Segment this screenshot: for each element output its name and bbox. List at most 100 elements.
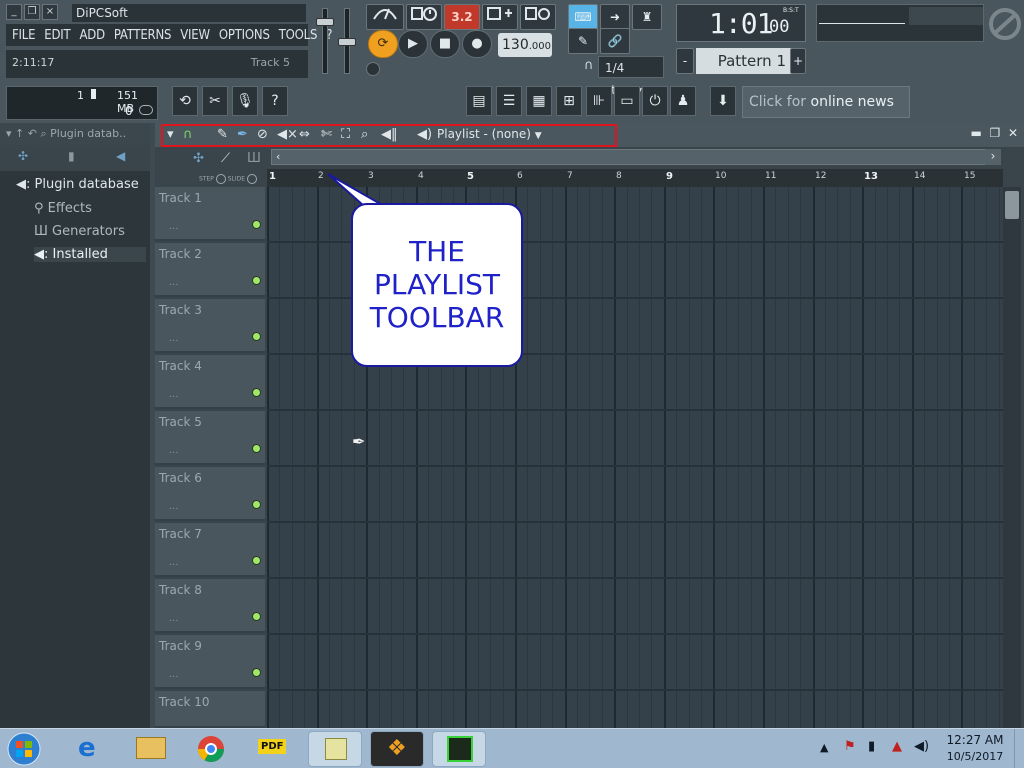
blend-notes-button[interactable] bbox=[482, 4, 518, 30]
track-header[interactable]: Track 2... bbox=[155, 243, 265, 297]
track-header[interactable]: Track 4... bbox=[155, 355, 265, 409]
tray-flag-icon[interactable]: ⚑ bbox=[844, 739, 856, 754]
fl-logo[interactable] bbox=[988, 4, 1022, 44]
pattern-prev-button[interactable]: - bbox=[676, 48, 694, 74]
track-mute-led[interactable] bbox=[252, 500, 261, 509]
restore-button[interactable]: ❐ bbox=[24, 4, 40, 20]
taskbar-camtasia[interactable] bbox=[432, 731, 486, 767]
tray-expand-icon[interactable]: ▲ bbox=[820, 741, 828, 754]
oscilloscope-panel[interactable] bbox=[816, 4, 984, 42]
tree-item-installed[interactable]: ◀: Installed bbox=[34, 247, 146, 262]
cut-tool-button[interactable]: ✂ bbox=[202, 86, 228, 116]
show-desktop-button[interactable] bbox=[1014, 729, 1024, 768]
tray-network-icon[interactable]: ▲ bbox=[892, 739, 902, 754]
record-button[interactable]: ● bbox=[462, 30, 492, 58]
automation-icon[interactable]: ⟋ bbox=[221, 151, 230, 166]
song-time-display[interactable]: 1:01 00 B:S:T bbox=[676, 4, 806, 42]
position-handle[interactable] bbox=[366, 62, 380, 76]
scroll-left-icon[interactable]: ‹ bbox=[276, 150, 280, 163]
scroll-right-icon[interactable]: › bbox=[985, 149, 1001, 165]
taskbar-ie[interactable]: e bbox=[64, 731, 118, 767]
browser-filter[interactable]: Plugin datab.. bbox=[50, 127, 126, 140]
undo-history-button[interactable]: ⟲ bbox=[172, 86, 198, 116]
track-mute-led[interactable] bbox=[252, 332, 261, 341]
close-icon[interactable]: ✕ bbox=[1008, 126, 1018, 140]
track-header[interactable]: Track 7... bbox=[155, 523, 265, 577]
speaker-icon[interactable]: ◀ bbox=[116, 149, 125, 163]
tray-volume-icon[interactable]: ◀) bbox=[914, 739, 929, 754]
countdown-counter[interactable]: 3.2 bbox=[444, 4, 480, 30]
track-header[interactable]: Track 3... bbox=[155, 299, 265, 353]
track-header[interactable]: Track 10 bbox=[155, 691, 265, 728]
channel-rack-button[interactable]: ☰ bbox=[496, 86, 522, 116]
start-button[interactable] bbox=[4, 731, 58, 767]
step-edit-button[interactable]: ➜ bbox=[600, 4, 630, 30]
playlist-window-button[interactable]: ▤ bbox=[466, 86, 492, 116]
file-icon[interactable]: ▮ bbox=[68, 149, 75, 163]
pattern-song-toggle[interactable]: ⟳ bbox=[368, 30, 398, 58]
record-audio-button[interactable]: 🎙 bbox=[232, 86, 258, 116]
horizontal-scrollbar[interactable]: ‹ bbox=[271, 149, 991, 165]
piano-roll-button[interactable]: ▦ bbox=[526, 86, 552, 116]
search-icon[interactable]: ⌕ bbox=[40, 127, 46, 140]
clock-time[interactable]: 12:27 AM bbox=[940, 733, 1010, 747]
browser-button[interactable]: ⊞ bbox=[556, 86, 582, 116]
performance-button[interactable]: ♟ bbox=[670, 86, 696, 116]
taskbar-fl-studio[interactable]: ❖ bbox=[370, 731, 424, 767]
track-header[interactable]: Track 5... bbox=[155, 411, 265, 465]
stop-button[interactable]: ■ bbox=[430, 30, 460, 58]
menu-edit[interactable]: EDIT bbox=[44, 28, 70, 43]
track-mute-led[interactable] bbox=[252, 556, 261, 565]
browser-header[interactable]: ▾ ↑ ↶ ⌕ Plugin datab.. bbox=[0, 123, 150, 145]
vertical-scrollbar[interactable] bbox=[1003, 187, 1021, 728]
tree-root[interactable]: ◀: Plugin database bbox=[16, 177, 139, 192]
minimize-button[interactable]: _ bbox=[6, 4, 22, 20]
help-button[interactable]: ? bbox=[262, 86, 288, 116]
menu-options[interactable]: OPTIONS bbox=[219, 28, 270, 43]
menu-view[interactable]: VIEW bbox=[180, 28, 210, 43]
track-mute-led[interactable] bbox=[252, 444, 261, 453]
play-button[interactable]: ▶ bbox=[398, 30, 428, 58]
track-mute-led[interactable] bbox=[252, 612, 261, 621]
track-header[interactable]: Track 1... bbox=[155, 187, 265, 241]
slide-toggle-icon[interactable] bbox=[247, 174, 257, 184]
taskbar-sticky[interactable] bbox=[308, 731, 362, 767]
track-header[interactable]: Track 8... bbox=[155, 579, 265, 633]
tempo-field[interactable]: 130.000 bbox=[498, 33, 552, 57]
menu-patterns[interactable]: PATTERNS bbox=[114, 28, 172, 43]
song-position-slider[interactable] bbox=[366, 62, 552, 76]
piano-icon[interactable]: Ш bbox=[247, 151, 261, 166]
track-header[interactable]: Track 6... bbox=[155, 467, 265, 521]
typing-keyboard-button[interactable]: ⌨ bbox=[568, 4, 598, 30]
browser-menu-icon[interactable]: ▾ bbox=[6, 127, 12, 140]
waveform-icon[interactable]: ✣ bbox=[18, 149, 28, 163]
restore-icon[interactable]: ❐ bbox=[990, 126, 1001, 140]
waveform-icon[interactable]: ✣ bbox=[193, 151, 204, 166]
back-icon[interactable]: ↶ bbox=[28, 127, 37, 140]
pattern-name[interactable]: Pattern 1 bbox=[696, 48, 792, 74]
step-toggle-icon[interactable] bbox=[215, 174, 226, 184]
tray-power-icon[interactable]: ▮ bbox=[868, 739, 875, 754]
master-volume-handle[interactable] bbox=[316, 18, 334, 26]
master-pitch-handle[interactable] bbox=[338, 38, 356, 46]
files-button[interactable]: ▭ bbox=[614, 86, 640, 116]
taskbar-chrome[interactable] bbox=[184, 731, 238, 767]
mixer-button[interactable]: ⊪ bbox=[586, 86, 612, 116]
vertical-scroll-thumb[interactable] bbox=[1005, 191, 1019, 219]
clock-date[interactable]: 10/5/2017 bbox=[940, 750, 1010, 763]
pattern-add-button[interactable]: + bbox=[790, 48, 806, 74]
track-mute-led[interactable] bbox=[252, 388, 261, 397]
loop-record-button[interactable] bbox=[520, 4, 556, 30]
scrub-button[interactable]: ✎ bbox=[568, 28, 598, 54]
track-header[interactable]: Track 9... bbox=[155, 635, 265, 689]
track-mute-led[interactable] bbox=[252, 220, 261, 229]
link-button[interactable]: 🔗 bbox=[600, 28, 630, 54]
metronome-button[interactable] bbox=[366, 4, 404, 30]
up-arrow-icon[interactable]: ↑ bbox=[15, 127, 24, 140]
track-mute-led[interactable] bbox=[252, 668, 261, 677]
step-slide-toggle[interactable]: STEP SLIDE bbox=[199, 174, 257, 184]
menu-file[interactable]: FILE bbox=[12, 28, 35, 43]
menu-add[interactable]: ADD bbox=[79, 28, 105, 43]
wait-for-input-button[interactable] bbox=[406, 4, 442, 30]
metronome-hat-button[interactable]: ♜ bbox=[632, 4, 662, 30]
